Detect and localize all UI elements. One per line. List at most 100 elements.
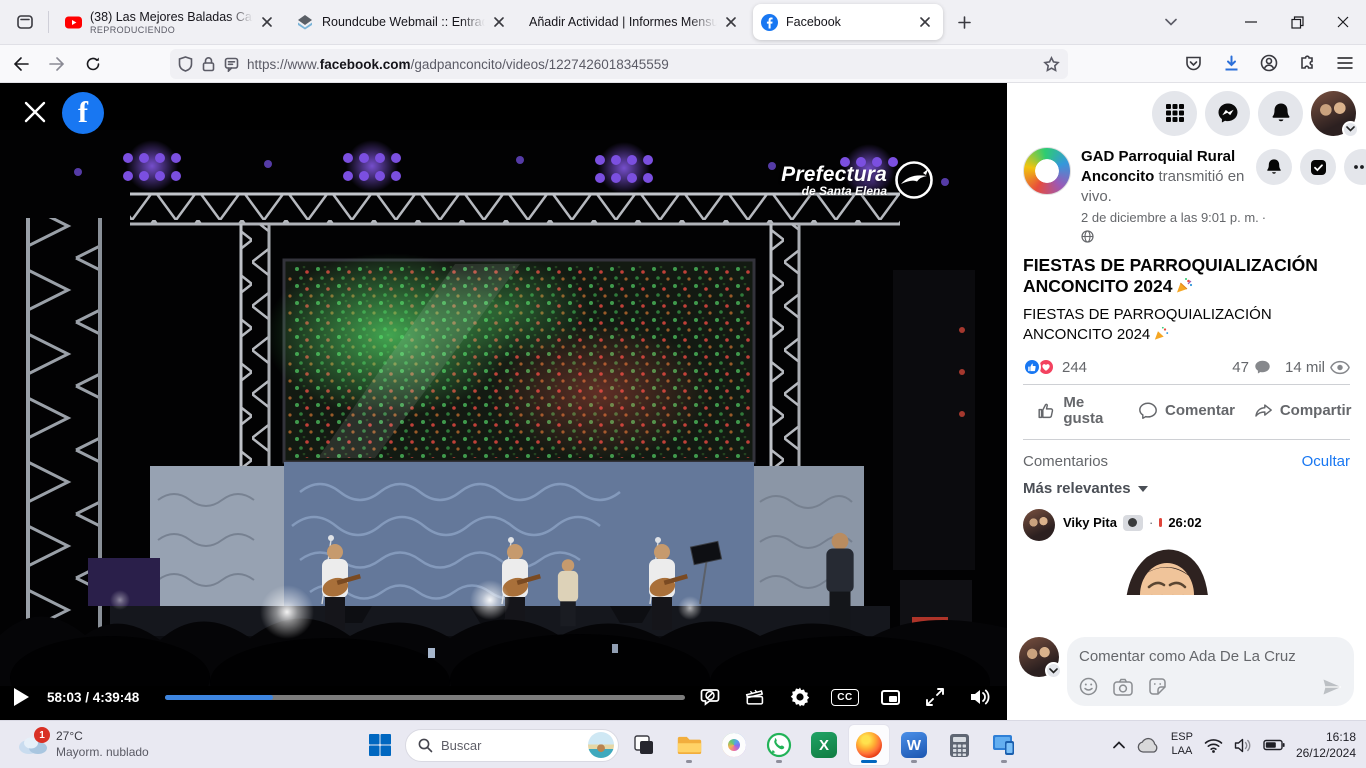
comment-count[interactable]: 47	[1232, 359, 1249, 376]
whatsapp-icon[interactable]	[759, 725, 799, 765]
clip-clapperboard-icon[interactable]	[744, 686, 766, 708]
pocket-icon[interactable]	[1178, 49, 1208, 77]
facebook-logo[interactable]: f	[62, 92, 104, 134]
url-bar[interactable]: https://www.facebook.com/gadpanconcito/v…	[170, 49, 1068, 79]
battery-icon[interactable]	[1263, 739, 1285, 751]
notification-badge: 1	[34, 727, 50, 743]
globe-privacy-icon	[1081, 230, 1094, 243]
tab-close-icon[interactable]	[489, 12, 509, 32]
video-progress-fill	[165, 695, 273, 700]
commenter-avatar[interactable]	[1023, 509, 1055, 541]
onedrive-cloud-icon[interactable]	[1136, 737, 1160, 753]
forward-button[interactable]	[42, 50, 72, 78]
browser-tabstrip: (38) Las Mejores Baladas Cancio REPRODUC…	[0, 0, 1366, 45]
sort-comments-dropdown[interactable]: Más relevantes	[1007, 478, 1366, 497]
start-button[interactable]	[360, 725, 400, 765]
profile-avatar[interactable]	[1311, 91, 1356, 136]
lock-icon[interactable]	[202, 56, 215, 72]
menu-hamburger-icon[interactable]	[1330, 49, 1360, 77]
search-highlight-image[interactable]	[588, 732, 614, 758]
send-comment-icon[interactable]	[1322, 678, 1342, 696]
comment-button[interactable]: Comentar	[1129, 388, 1245, 434]
share-button[interactable]: Compartir	[1244, 388, 1360, 434]
tab-facebook-active[interactable]: Facebook	[753, 4, 943, 40]
volume-icon[interactable]	[969, 686, 991, 708]
extensions-icon[interactable]	[1292, 49, 1322, 77]
volume-speaker-icon[interactable]	[1234, 738, 1252, 753]
shield-icon[interactable]	[178, 56, 193, 72]
tab-close-icon[interactable]	[721, 12, 741, 32]
close-video-icon[interactable]	[24, 101, 48, 125]
prefectura-bird-logo	[893, 159, 935, 201]
tab-informes[interactable]: Añadir Actividad | Informes Mensua	[521, 4, 749, 40]
prefectura-watermark: Prefectura de Santa Elena	[781, 159, 935, 201]
hide-comments-link[interactable]: Ocultar	[1302, 453, 1350, 470]
commenter-name[interactable]: Viky Pita	[1063, 515, 1117, 530]
comments-off-icon[interactable]	[699, 686, 721, 708]
taskbar-search-input[interactable]: Buscar	[405, 729, 619, 762]
settings-gear-icon[interactable]	[789, 686, 811, 708]
search-placeholder: Buscar	[441, 738, 580, 753]
calculator-icon[interactable]	[939, 725, 979, 765]
apps-grid-icon[interactable]	[1152, 91, 1197, 136]
picture-in-picture-icon[interactable]	[879, 686, 901, 708]
like-reaction-icon[interactable]	[1023, 358, 1041, 376]
tab-youtube[interactable]: (38) Las Mejores Baladas Cancio REPRODUC…	[57, 4, 285, 40]
word-icon[interactable]: W	[894, 725, 934, 765]
window-restore-button[interactable]	[1274, 0, 1320, 45]
captions-icon[interactable]: CC	[834, 686, 856, 708]
wifi-icon[interactable]	[1204, 738, 1223, 753]
fullscreen-icon[interactable]	[924, 686, 946, 708]
post-timestamp[interactable]: 2 de diciembre a las 9:01 p. m.	[1081, 209, 1259, 226]
firefox-view-icon[interactable]	[8, 7, 42, 37]
camera-icon[interactable]	[1113, 678, 1133, 696]
phone-link-icon[interactable]	[984, 725, 1024, 765]
firefox-icon-active[interactable]	[849, 725, 889, 765]
page-avatar-gad-anconcito[interactable]	[1023, 147, 1071, 195]
chevron-down-icon	[1342, 121, 1359, 138]
tab-close-icon[interactable]	[915, 12, 935, 32]
copilot-icon[interactable]	[714, 725, 754, 765]
comment-video-time[interactable]: 26:02	[1168, 515, 1201, 530]
video-progress-bar[interactable]	[165, 695, 685, 700]
video-player[interactable]: f	[0, 83, 1007, 720]
task-view-icon[interactable]	[624, 725, 664, 765]
list-all-tabs-icon[interactable]	[1154, 7, 1188, 37]
caret-down-icon	[1138, 486, 1148, 492]
tab-roundcube[interactable]: Roundcube Webmail :: Entrada	[289, 4, 517, 40]
comment-input[interactable]: Comentar como Ada De La Cruz	[1067, 637, 1354, 706]
composer-avatar[interactable]	[1019, 637, 1059, 677]
facebook-side-panel: GAD Parroquial Rural Anconcito transmiti…	[1007, 83, 1366, 720]
account-icon[interactable]	[1254, 49, 1284, 77]
saved-check-icon[interactable]	[1300, 149, 1336, 185]
facebook-favicon	[761, 14, 778, 31]
new-tab-button[interactable]	[949, 7, 979, 37]
downloads-icon[interactable]	[1216, 49, 1246, 77]
play-button[interactable]	[14, 688, 29, 706]
url-text[interactable]: https://www.facebook.com/gadpanconcito/v…	[247, 57, 1043, 72]
permissions-icon[interactable]	[224, 57, 239, 72]
file-explorer-icon[interactable]	[669, 725, 709, 765]
post-notifications-bell-icon[interactable]	[1256, 149, 1292, 185]
emoji-smiley-icon[interactable]	[1079, 677, 1098, 696]
excel-icon[interactable]: X	[804, 725, 844, 765]
windows-taskbar: 1 27°C Mayorm. nublado Buscar	[0, 720, 1366, 768]
hidden-icons-chevron[interactable]	[1113, 741, 1125, 749]
comment-sticker-avatar-image[interactable]	[1119, 541, 1215, 595]
window-minimize-button[interactable]	[1228, 0, 1274, 45]
party-popper-icon	[1176, 277, 1193, 299]
like-button[interactable]: Me gusta	[1013, 388, 1129, 434]
back-button[interactable]	[6, 50, 36, 78]
reaction-count[interactable]: 244	[1062, 359, 1087, 376]
notifications-bell-icon[interactable]	[1258, 91, 1303, 136]
bookmark-star-icon[interactable]	[1043, 56, 1060, 73]
sticker-icon[interactable]	[1148, 677, 1167, 696]
messenger-icon[interactable]	[1205, 91, 1250, 136]
weather-widget[interactable]: 1 27°C Mayorm. nublado	[10, 725, 155, 765]
language-indicator[interactable]: ESP LAA	[1171, 731, 1193, 759]
reload-button[interactable]	[78, 50, 108, 78]
more-options-icon[interactable]	[1344, 149, 1366, 185]
tab-close-icon[interactable]	[257, 12, 277, 32]
clock-date[interactable]: 16:18 26/12/2024	[1296, 729, 1356, 761]
window-close-button[interactable]	[1320, 0, 1366, 45]
